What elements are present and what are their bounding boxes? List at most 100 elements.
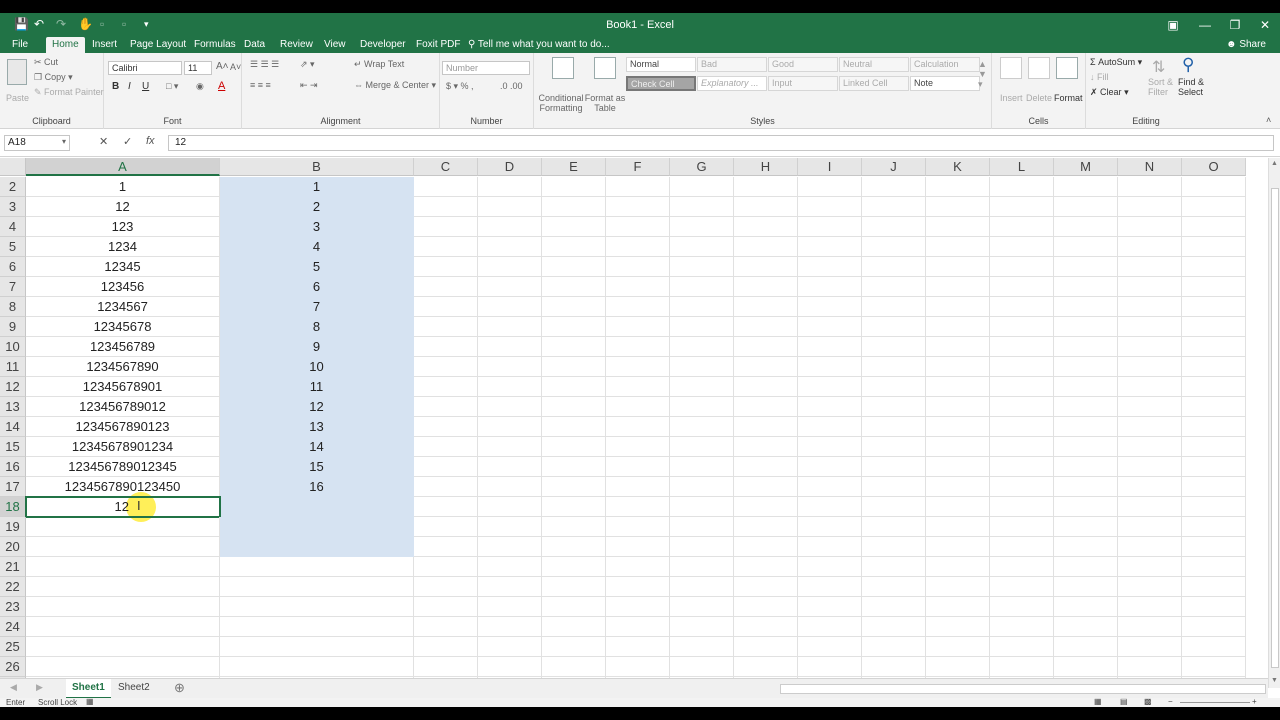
underline-button[interactable]: U <box>142 81 149 92</box>
row-header[interactable]: 26 <box>0 657 26 677</box>
row-header[interactable]: 7 <box>0 277 26 297</box>
cell[interactable] <box>606 237 670 257</box>
cell[interactable] <box>1182 437 1246 457</box>
cell[interactable] <box>670 337 734 357</box>
cell[interactable] <box>1182 517 1246 537</box>
cell[interactable] <box>1118 577 1182 597</box>
cell[interactable] <box>1054 357 1118 377</box>
cell[interactable] <box>670 277 734 297</box>
cell[interactable] <box>542 557 606 577</box>
row-header[interactable]: 2 <box>0 177 26 197</box>
cell[interactable] <box>606 277 670 297</box>
paste-icon[interactable] <box>7 59 27 85</box>
row-header[interactable]: 3 <box>0 197 26 217</box>
cell[interactable] <box>414 617 478 637</box>
cell[interactable] <box>670 497 734 517</box>
cell-a[interactable] <box>26 597 220 617</box>
cell-b[interactable]: 6 <box>220 277 414 297</box>
cell[interactable] <box>926 417 990 437</box>
column-header-f[interactable]: F <box>606 158 670 176</box>
cell[interactable] <box>798 497 862 517</box>
cell[interactable] <box>414 317 478 337</box>
cell[interactable] <box>926 177 990 197</box>
cell[interactable] <box>862 417 926 437</box>
cell-a[interactable] <box>26 557 220 577</box>
new-sheet-icon[interactable]: ⊕ <box>174 680 185 696</box>
cell[interactable] <box>542 397 606 417</box>
cell[interactable] <box>1054 257 1118 277</box>
cell-a[interactable]: 123456789012345 <box>26 457 220 477</box>
cell[interactable] <box>1182 337 1246 357</box>
cell-b[interactable]: 5 <box>220 257 414 277</box>
cell[interactable] <box>478 397 542 417</box>
font-name-select[interactable]: Calibri <box>108 61 182 75</box>
cell[interactable] <box>670 557 734 577</box>
row-header[interactable]: 20 <box>0 537 26 557</box>
cell[interactable] <box>926 497 990 517</box>
formula-input[interactable]: 12 <box>168 135 1274 151</box>
cell[interactable] <box>414 417 478 437</box>
cell-a[interactable]: 12345 <box>26 257 220 277</box>
cell[interactable] <box>478 177 542 197</box>
cell[interactable] <box>862 557 926 577</box>
insert-function-button[interactable]: fx <box>146 135 155 147</box>
cell[interactable] <box>606 217 670 237</box>
cell[interactable] <box>1118 617 1182 637</box>
search-icon[interactable]: ⚲ <box>1182 55 1194 75</box>
cell[interactable] <box>798 377 862 397</box>
cell[interactable] <box>862 357 926 377</box>
cell[interactable] <box>542 637 606 657</box>
cell[interactable] <box>798 637 862 657</box>
cell[interactable] <box>862 297 926 317</box>
page-break-view-icon[interactable]: ▩ <box>1144 697 1152 706</box>
cell[interactable] <box>1054 597 1118 617</box>
column-header-h[interactable]: H <box>734 158 798 176</box>
cell[interactable] <box>1182 397 1246 417</box>
cell[interactable] <box>990 237 1054 257</box>
cell[interactable] <box>478 557 542 577</box>
normal-view-icon[interactable]: ▦ <box>1094 697 1102 706</box>
next-sheet-icon[interactable]: ▶ <box>36 682 43 693</box>
cell[interactable] <box>798 557 862 577</box>
column-header-c[interactable]: C <box>414 158 478 176</box>
cell[interactable] <box>990 577 1054 597</box>
cell[interactable] <box>990 177 1054 197</box>
cell[interactable] <box>734 537 798 557</box>
cell-style-normal[interactable]: Normal <box>626 57 696 72</box>
zoom-out-icon[interactable]: − <box>1168 697 1173 706</box>
cell-b[interactable] <box>220 577 414 597</box>
cell-a[interactable]: 1234567890 <box>26 357 220 377</box>
cell[interactable] <box>734 437 798 457</box>
format-cells-icon[interactable] <box>1056 57 1078 79</box>
cell[interactable] <box>670 177 734 197</box>
horizontal-scrollbar[interactable] <box>780 684 1266 694</box>
cell-a[interactable] <box>26 657 220 677</box>
cell-b[interactable]: 4 <box>220 237 414 257</box>
cell[interactable] <box>1054 197 1118 217</box>
cell[interactable] <box>990 277 1054 297</box>
share-button[interactable]: ☻ Share <box>1226 37 1266 52</box>
cell[interactable] <box>606 477 670 497</box>
paste-button[interactable]: Paste <box>6 93 29 103</box>
cell[interactable] <box>1118 217 1182 237</box>
cell[interactable] <box>542 517 606 537</box>
cell[interactable] <box>990 557 1054 577</box>
column-header-l[interactable]: L <box>990 158 1054 176</box>
insert-cells-button[interactable]: Insert <box>1000 93 1023 103</box>
cell[interactable] <box>990 597 1054 617</box>
zoom-slider[interactable] <box>1180 702 1250 703</box>
cell[interactable] <box>990 657 1054 677</box>
tab-insert[interactable]: Insert <box>86 37 123 53</box>
align-top-icon[interactable]: ☰ ☰ ☰ <box>250 59 279 70</box>
row-header[interactable]: 22 <box>0 577 26 597</box>
cell[interactable] <box>478 477 542 497</box>
cell[interactable] <box>606 417 670 437</box>
cell[interactable] <box>1054 337 1118 357</box>
cell[interactable] <box>1054 437 1118 457</box>
cell[interactable] <box>606 537 670 557</box>
cell[interactable] <box>798 277 862 297</box>
cell[interactable] <box>1182 237 1246 257</box>
cancel-entry-button[interactable]: ✕ <box>99 135 108 148</box>
name-box-dropdown-icon[interactable]: ▾ <box>62 137 66 146</box>
cell[interactable] <box>670 197 734 217</box>
